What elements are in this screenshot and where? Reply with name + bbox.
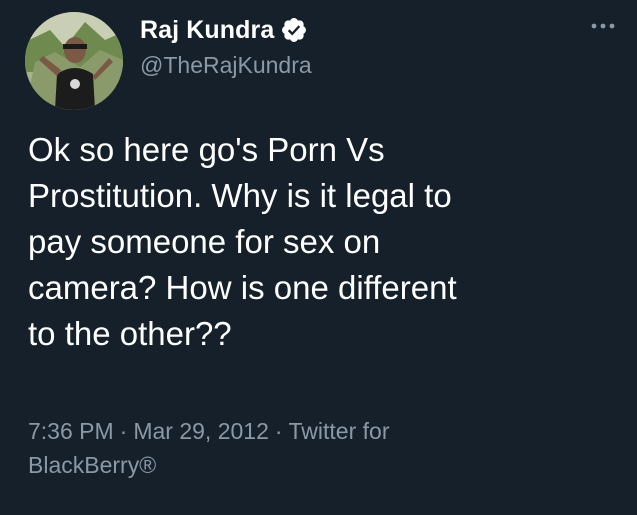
tweet-card: Raj Kundra @TheRajKundra Ok so here go's… bbox=[0, 0, 637, 515]
author-handle[interactable]: @TheRajKundra bbox=[140, 52, 312, 79]
more-options-icon[interactable] bbox=[589, 18, 617, 34]
tweet-source-line1[interactable]: Twitter for bbox=[289, 418, 390, 444]
display-name[interactable]: Raj Kundra bbox=[140, 16, 274, 45]
tweet-date[interactable]: Mar 29, 2012 bbox=[133, 418, 269, 444]
verified-badge-icon bbox=[280, 16, 308, 44]
avatar[interactable] bbox=[25, 12, 123, 110]
tweet-text: Ok so here go's Porn Vs Prostitution. Wh… bbox=[28, 131, 457, 352]
author-name-row[interactable]: Raj Kundra bbox=[140, 12, 308, 48]
tweet-metadata: 7:36 PM · Mar 29, 2012 · Twitter for BlackBer… bbox=[28, 414, 588, 482]
tweet-source-line2[interactable]: BlackBerry® bbox=[28, 452, 156, 478]
tweet-time[interactable]: 7:36 PM bbox=[28, 418, 114, 444]
profile-photo-icon bbox=[25, 12, 123, 110]
separator: · bbox=[119, 418, 128, 444]
separator: · bbox=[274, 418, 283, 444]
